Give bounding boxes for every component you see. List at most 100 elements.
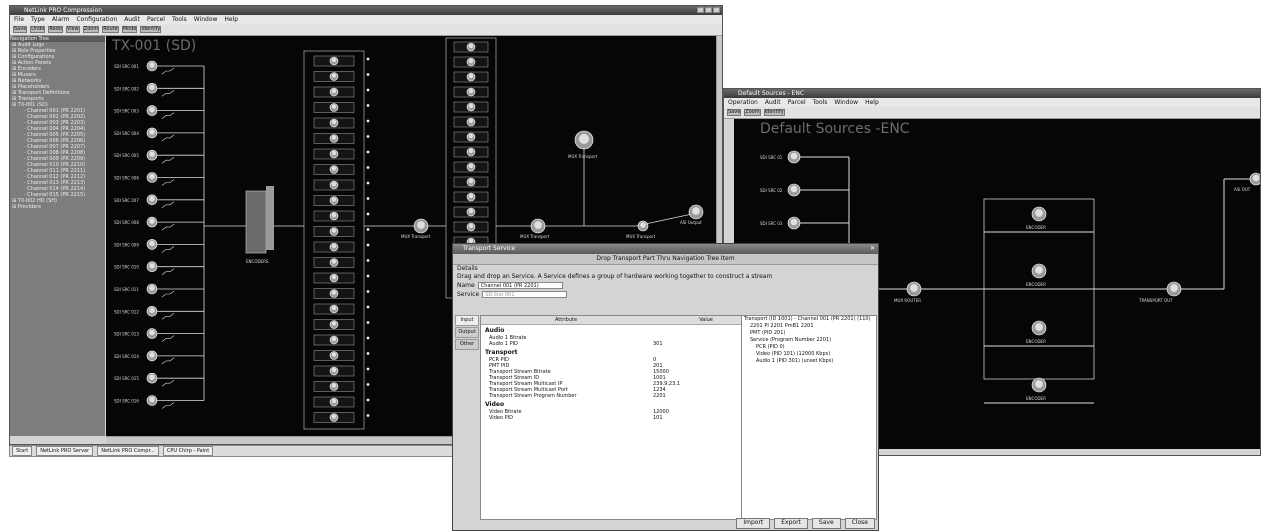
tab-other[interactable]: Other (455, 339, 479, 350)
menu-tools[interactable]: Tools (813, 98, 828, 107)
source-label: SDI SRC 014 (114, 354, 139, 359)
attribute-name: Transport Stream Program Number (489, 393, 577, 399)
signal-icon (161, 313, 175, 320)
menu-audit[interactable]: Audit (124, 15, 140, 24)
attribute-row[interactable]: Transport Stream Program Number 2201 (481, 393, 764, 399)
status-dot-icon (366, 73, 370, 76)
export-button[interactable]: Export (774, 518, 808, 529)
encoder-slot-node-icon-highlight (331, 259, 337, 264)
source-node-icon-highlight (149, 329, 155, 336)
identify-tool-button[interactable]: Identify (140, 26, 162, 33)
attribute-name: Video PID (489, 415, 513, 421)
mid-transport-node-icon-highlight (534, 221, 542, 229)
start-button[interactable]: Start (12, 446, 33, 456)
service-select[interactable]: SD Slot 001 (482, 291, 568, 298)
status-dot-icon (366, 88, 370, 92)
status-dot-icon (366, 150, 370, 154)
menu-file[interactable]: File (14, 15, 24, 24)
mux-slot-node-icon-highlight (468, 103, 474, 109)
menu-configuration[interactable]: Configuration (76, 15, 117, 24)
tab-output[interactable]: Output (455, 327, 479, 338)
name-label: Name (457, 282, 475, 289)
save-tool-button[interactable]: Save (13, 26, 28, 33)
attribute-name: Audio 1 PID (489, 341, 518, 347)
mode-tool-button[interactable]: Mode (121, 26, 138, 33)
redo-tool-button[interactable]: Redo (48, 26, 63, 33)
zoom-tool-button[interactable]: Zoom (82, 26, 100, 33)
service-tree-item[interactable]: PCR (PID 0) (742, 344, 876, 351)
dialog-close-icon[interactable]: ✕ (870, 244, 875, 254)
attribute-group-header: Video (485, 401, 505, 408)
encoder-slot-node-icon-highlight (331, 212, 337, 218)
signal-icon (161, 223, 175, 231)
attribute-row[interactable]: Audio 1 PID 301 (481, 341, 764, 347)
menu-window[interactable]: Window (194, 15, 218, 24)
name-field[interactable]: Channel 001 (PR 2201) (477, 282, 563, 289)
menu-parcel[interactable]: Parcel (147, 15, 165, 24)
status-dot-icon (366, 305, 370, 309)
transport-out-label: TRANSPORT OUT (1138, 298, 1173, 303)
close-button[interactable] (713, 7, 720, 13)
attribute-row[interactable]: Video PID 101 (481, 415, 764, 421)
mux-slot-node-icon-highlight (468, 58, 474, 64)
menu-alarm[interactable]: Alarm (52, 15, 70, 24)
source-label: SDI SRC 006 (114, 176, 139, 181)
tab-input[interactable]: Input (455, 315, 479, 326)
service-tree-item[interactable]: Service (Program Number 2201) (742, 337, 876, 344)
asi-output-label: ASI Output (680, 220, 702, 225)
service-tree-item[interactable]: 2201 PI 2201 PmB1 2201 (742, 323, 876, 330)
encoder-slot-node-icon-highlight (331, 197, 337, 202)
source-node-icon-highlight (149, 218, 155, 224)
identify-tool-button[interactable]: Identify (763, 109, 785, 116)
menu-tools[interactable]: Tools (172, 15, 187, 24)
menu-audit[interactable]: Audit (765, 98, 781, 107)
sources-window-title: Default Sources - ENC (738, 90, 805, 97)
save-tool-button[interactable]: Save (727, 109, 742, 116)
save-button[interactable]: Save (811, 518, 841, 529)
menu-help[interactable]: Help (865, 98, 879, 107)
encoder-slot-node-icon-highlight (331, 88, 337, 94)
taskbar-item-paint[interactable]: CPU Chirp - Paint (162, 446, 214, 456)
dialog-titlebar: Transport Service ✕ (453, 244, 878, 254)
minimize-button[interactable] (697, 7, 704, 13)
encoder-node-icon-highlight (1035, 380, 1043, 388)
asi-output-node-icon-highlight (692, 207, 700, 215)
menu-parcel[interactable]: Parcel (788, 98, 806, 107)
route-tool-button[interactable]: Route (102, 26, 119, 33)
undo-tool-button[interactable]: Undo (30, 26, 46, 33)
nav-tree-item[interactable]: ⊞ Providers (10, 204, 105, 210)
source-label: SDI SRC 01 (760, 155, 783, 160)
menu-type[interactable]: Type (31, 15, 45, 24)
status-dot-icon (366, 57, 370, 61)
router-label: MUX Transport (568, 154, 598, 159)
service-row: Service SD Slot 001 (453, 290, 878, 299)
source-label: SDI SRC 008 (114, 220, 139, 225)
service-tree-item[interactable]: Transport (ID 1001) - Channel 001 (PR 22… (742, 316, 876, 323)
taskbar-item-server[interactable]: NetLink PRO Server (36, 446, 94, 456)
close-button[interactable]: Close (844, 518, 875, 529)
menu-help[interactable]: Help (224, 15, 238, 24)
dialog-buttons: Import Export Save Close (736, 518, 875, 529)
taskbar-item-compression[interactable]: NetLink PRO Compr... (97, 446, 159, 456)
source-node-icon-highlight (149, 196, 155, 202)
mux-slot-node-icon-highlight (468, 148, 474, 154)
view-tool-button[interactable]: View (65, 26, 80, 33)
sources-toolbar: Save Zoom Identify (724, 107, 1260, 119)
signal-icon (161, 246, 175, 253)
attribute-column-header[interactable]: Attribute (481, 316, 651, 324)
source-label: SDI SRC 010 (114, 265, 139, 270)
source-node-icon-highlight (149, 396, 155, 403)
maximize-button[interactable] (705, 7, 712, 13)
status-dot-icon (366, 243, 370, 247)
signal-icon (161, 90, 175, 97)
zoom-tool-button[interactable]: Zoom (744, 109, 761, 116)
source-node-icon-highlight (149, 84, 155, 91)
menu-window[interactable]: Window (834, 98, 858, 107)
menu-operation[interactable]: Operation (728, 98, 758, 107)
import-button[interactable]: Import (736, 518, 771, 529)
service-tree-item[interactable]: Video (PID 101) (12000 Kbps) (742, 351, 876, 358)
service-tree-item[interactable]: Audio 1 (PID 301) (unset Kbps) (742, 358, 876, 365)
service-tree-item[interactable]: PMT (PID 201) (742, 330, 876, 337)
status-dot-icon (366, 336, 370, 340)
menu-bar: File Type Alarm Configuration Audit Parc… (10, 15, 722, 24)
